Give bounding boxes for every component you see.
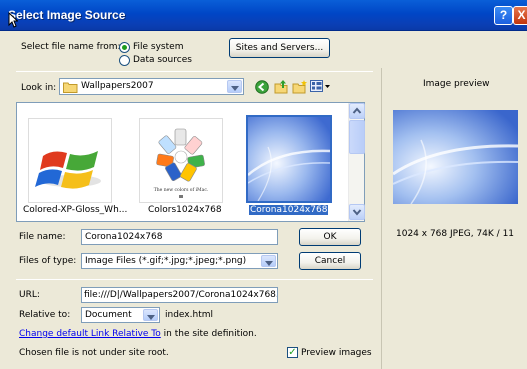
files-of-type-arrow-icon[interactable] (261, 255, 276, 267)
file-name-input[interactable]: Corona1024x768 (81, 229, 278, 245)
radio-data-sources[interactable] (119, 55, 130, 66)
preview-image (393, 110, 518, 204)
scroll-up-button[interactable] (349, 103, 365, 119)
scroll-down-button[interactable] (349, 204, 365, 220)
look-in-dropdown[interactable]: Wallpapers2007 (59, 78, 244, 95)
link-relative-suffix: in the site definition. (160, 329, 257, 339)
look-in-value: Wallpapers2007 (81, 81, 154, 91)
radio-file-system-label: File system (133, 42, 184, 52)
link-relative-line: Change default Link Relative To in the s… (19, 329, 257, 339)
preview-images-checkbox[interactable]: ✓ (287, 347, 298, 358)
file-name-colors[interactable]: Colors1024x768 (148, 205, 222, 215)
up-folder-icon[interactable] (274, 79, 289, 94)
relative-to-arrow-icon[interactable] (143, 309, 158, 321)
radio-file-system[interactable] (119, 42, 130, 53)
radio-data-sources-label: Data sources (133, 55, 192, 65)
file-list-scrollbar[interactable] (348, 103, 365, 221)
url-input[interactable]: file:///D|/Wallpapers2007/Corona1024x768… (81, 287, 278, 303)
relative-to-label: Relative to: (19, 310, 71, 320)
blue-wave-image (247, 117, 331, 202)
cancel-button[interactable]: Cancel (299, 252, 361, 270)
file-name-corona[interactable]: Corona1024x768 (249, 205, 329, 215)
preview-info: 1024 x 768 JPEG, 74K / 11 (396, 229, 515, 239)
folder-icon (63, 82, 78, 93)
file-name-label: File name: (19, 232, 66, 242)
ok-button[interactable]: OK (299, 228, 361, 246)
chevron-up-icon (352, 107, 362, 114)
thumb-tagline: The new colors of iMac. (154, 187, 209, 193)
file-thumbnail-corona[interactable] (246, 115, 332, 203)
back-icon[interactable] (255, 80, 269, 94)
relative-to-value: Document (85, 310, 132, 320)
file-thumbnail-colors[interactable]: The new colors of iMac. (139, 118, 223, 203)
change-link-relative-link[interactable]: Change default Link Relative To (19, 329, 161, 339)
look-in-arrow-icon[interactable] (227, 80, 242, 93)
files-of-type-dropdown[interactable]: Image Files (*.gif;*.jpg;*.jpeg;*.png) (81, 253, 278, 269)
files-of-type-label: Files of type: (19, 256, 77, 266)
new-folder-icon[interactable] (292, 79, 308, 94)
window-title: Select Image Source (8, 8, 126, 22)
source-label: Select file name from: (21, 42, 121, 52)
scroll-thumb[interactable] (349, 120, 365, 154)
preview-images-label: Preview images (301, 348, 372, 358)
url-label: URL: (19, 290, 40, 300)
view-menu-icon[interactable] (310, 80, 332, 93)
close-button[interactable]: X (513, 6, 527, 25)
file-name-colored-xp[interactable]: Colored-XP-Gloss_Wh... (23, 205, 127, 215)
divider (16, 279, 373, 280)
help-button[interactable]: ? (494, 6, 513, 25)
relative-page: index.html (165, 310, 213, 320)
title-bar[interactable]: Select Image Source ? X (0, 0, 527, 31)
windows-logo-icon (35, 151, 101, 189)
sites-and-servers-button[interactable]: Sites and Servers... (229, 38, 330, 58)
status-text: Chosen file is not under site root. (19, 348, 169, 358)
look-in-label: Look in: (21, 83, 57, 93)
relative-to-dropdown[interactable]: Document (81, 307, 160, 323)
chevron-down-icon (352, 209, 362, 216)
mouse-cursor-icon (8, 12, 18, 28)
files-of-type-value: Image Files (*.gif;*.jpg;*.jpeg;*.png) (85, 256, 247, 266)
divider (16, 71, 373, 72)
preview-title: Image preview (423, 79, 490, 89)
mac-colors-icon: The new colors of iMac. (154, 128, 209, 198)
file-thumbnail-colored-xp[interactable] (28, 118, 112, 203)
